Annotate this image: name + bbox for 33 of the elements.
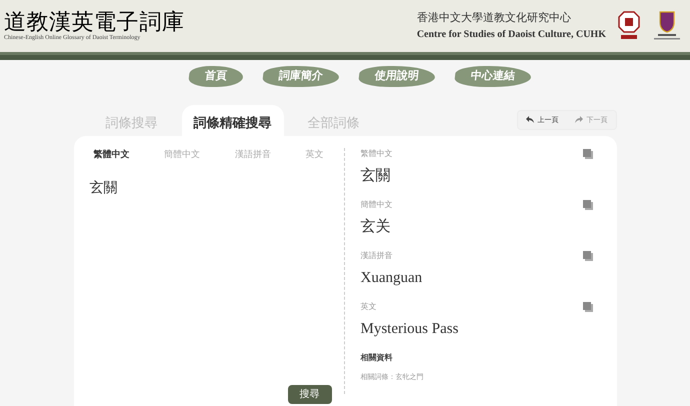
seal-emblem-icon (618, 11, 640, 41)
site-title: 道教漢英電子詞庫 (4, 10, 184, 34)
tab[interactable]: 詞條精確搜尋 (182, 104, 284, 136)
copy-button[interactable] (582, 149, 592, 159)
centre-name: Centre for Studies of Daoist Culture, CUHK (416, 28, 606, 42)
tab[interactable]: 全部詞條 (284, 104, 384, 136)
centre-name: 香港中文大學道教文化研究中心 (416, 10, 572, 26)
tab[interactable]: 詞條搜尋 (82, 104, 182, 136)
nav-link[interactable]: 首頁 (188, 66, 244, 86)
copy-button[interactable] (582, 200, 592, 210)
input-language-tab[interactable]: 簡體中文 (164, 148, 200, 162)
copy-button[interactable] (582, 302, 592, 312)
crest-emblem-icon (652, 11, 682, 41)
forward-arrow-icon (574, 116, 582, 124)
field-label: 繁體中文 (360, 148, 392, 160)
input-language-tab[interactable]: 英文 (305, 148, 324, 162)
field-label: 漢語拼音 (360, 250, 392, 262)
field-label: 簡體中文 (360, 199, 392, 211)
field-value: Xuanguan (360, 269, 424, 288)
nav-link[interactable]: 詞庫簡介 (262, 66, 340, 86)
nav-link[interactable]: 中心連結 (454, 66, 532, 86)
input-language-tab[interactable]: 漢語拼音 (234, 148, 271, 162)
search-button[interactable]: 搜尋 (288, 385, 332, 404)
nav-link[interactable]: 使用說明 (358, 66, 436, 86)
field-value: Mysterious Pass (360, 320, 460, 339)
reply-arrow-icon (526, 116, 534, 124)
field-value: 玄关 (360, 217, 392, 237)
section-heading: 相關資料 (360, 352, 394, 364)
field-label: 英文 (360, 301, 376, 313)
search-input-field[interactable]: 玄關 (86, 178, 332, 385)
input-language-tab[interactable]: 繁體中文 (94, 148, 130, 162)
copy-button[interactable] (582, 251, 592, 261)
field-value: 玄關 (360, 166, 392, 186)
